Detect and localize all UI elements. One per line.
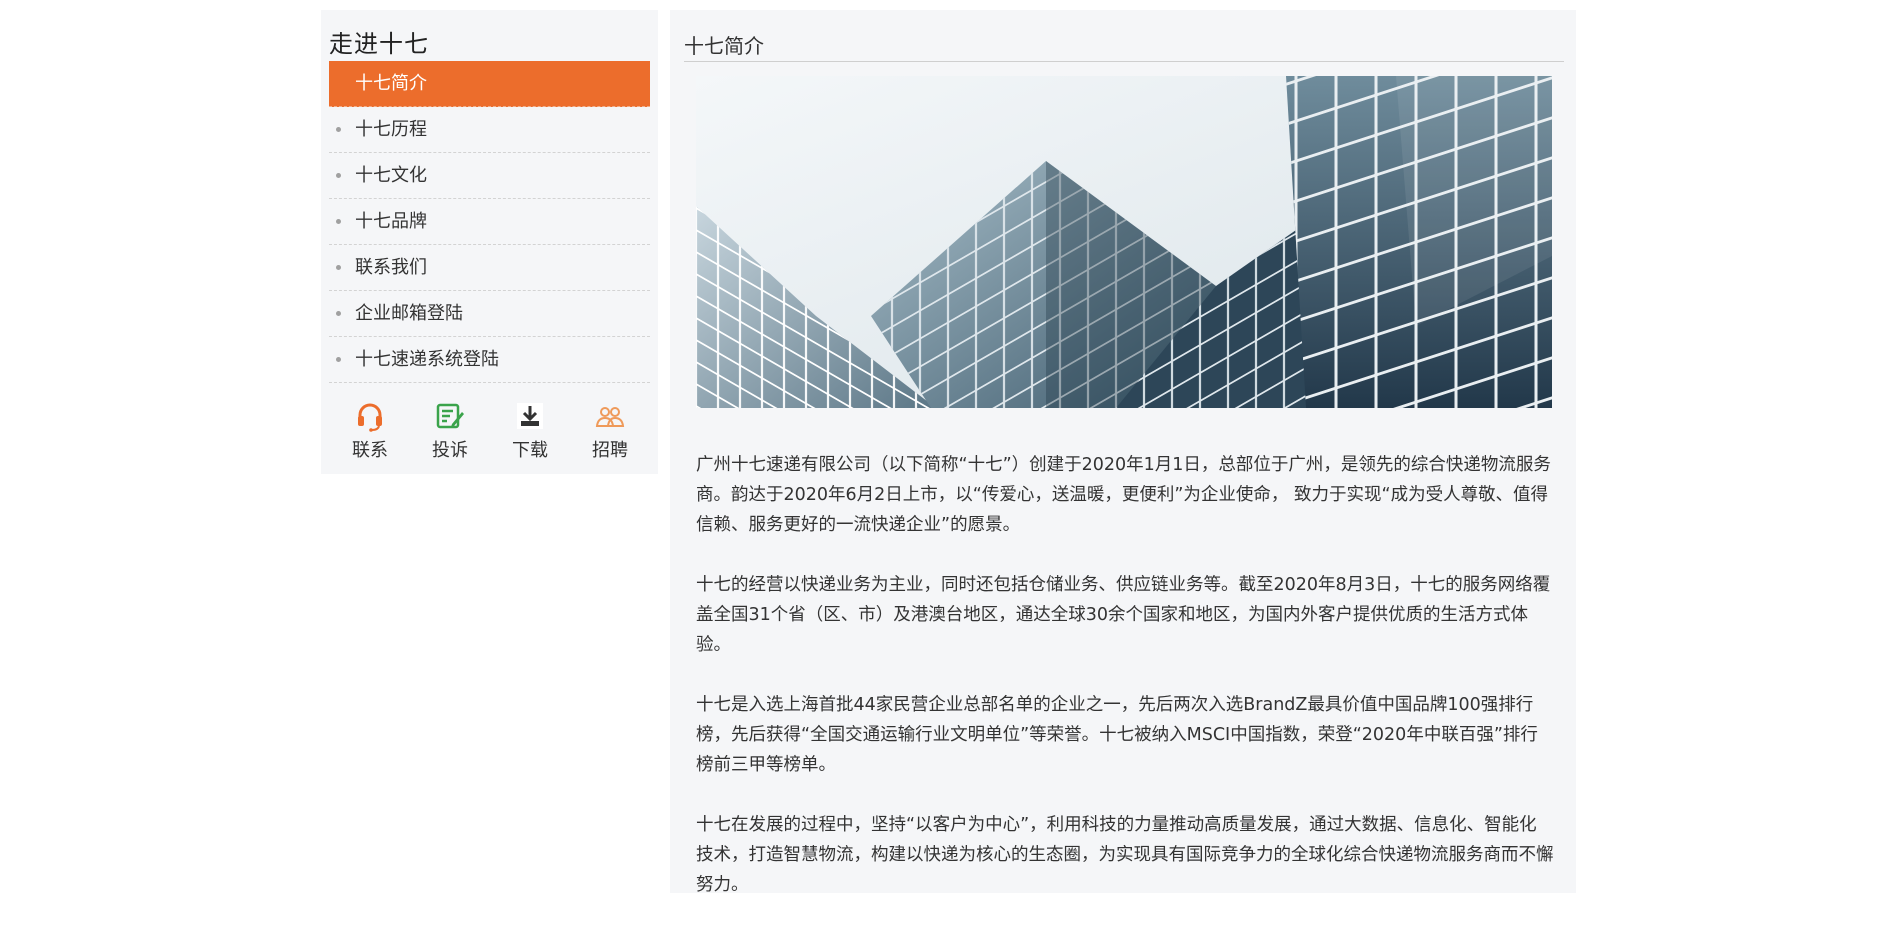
sidebar-item-history[interactable]: 十七历程 [329,107,650,153]
recruit-quick-link[interactable]: 招聘 [580,400,640,462]
sidebar-item-label: 十七历程 [355,119,427,140]
bullet-icon [336,219,341,224]
sidebar-item-label: 十七速递系统登陆 [355,349,499,370]
sidebar-item-email-login[interactable]: 企业邮箱登陆 [329,291,650,337]
article-paragraph: 广州十七速递有限公司（以下简称“十七”）创建于2020年1月1日，总部位于广州，… [696,455,1551,535]
bullet-icon [336,127,341,132]
sidebar-item-brand[interactable]: 十七品牌 [329,199,650,245]
download-icon [517,403,543,429]
quick-link-label: 招聘 [592,440,628,461]
building-banner-image [696,76,1552,408]
sidebar-item-contact[interactable]: 联系我们 [329,245,650,291]
sidebar-item-label: 十七文化 [355,165,427,186]
quick-link-label: 联系 [352,440,388,461]
sidebar: 走进十七 十七简介 十七历程 十七文化 十七品牌 联系我们 企业邮箱登陆 十七速… [321,10,658,474]
download-quick-link[interactable]: 下载 [500,400,560,462]
contact-quick-link[interactable]: 联系 [340,400,400,462]
sidebar-item-label: 十七品牌 [355,211,427,232]
sidebar-item-label: 企业邮箱登陆 [355,303,463,324]
sidebar-item-label: 联系我们 [355,257,427,278]
complaint-quick-link[interactable]: 投诉 [420,400,480,462]
headset-icon [358,403,382,432]
quick-link-label: 投诉 [432,440,468,461]
bullet-icon [336,311,341,316]
glass-building-illustration [696,76,1552,408]
title-divider [684,61,1564,62]
sidebar-item-culture[interactable]: 十七文化 [329,153,650,199]
article-paragraph: 十七是入选上海首批44家民营企业总部名单的企业之一，先后两次入选BrandZ最具… [696,695,1538,775]
page: 走进十七 十七简介 十七历程 十七文化 十七品牌 联系我们 企业邮箱登陆 十七速… [0,0,1895,895]
page-title: 十七简介 [684,34,764,58]
sidebar-item-system-login[interactable]: 十七速递系统登陆 [329,337,650,383]
quick-link-label: 下载 [512,440,548,461]
sidebar-menu: 十七简介 十七历程 十七文化 十七品牌 联系我们 企业邮箱登陆 十七速递系统登陆 [329,61,650,383]
people-icon [595,407,625,427]
complaint-icon [436,403,464,429]
sidebar-item-label: 十七简介 [355,73,427,94]
sidebar-item-intro[interactable]: 十七简介 [329,61,650,107]
intro-article: 广州十七速递有限公司（以下简称“十七”）创建于2020年1月1日，总部位于广州，… [696,450,1554,930]
article-paragraph: 十七的经营以快递业务为主业，同时还包括仓储业务、供应链业务等。截至2020年8月… [696,575,1551,655]
content-panel: 十七简介 广州十七速递有限公司（以下简称“十七”）创建于2020年1月1日，总部… [670,10,1576,895]
bullet-icon [336,357,341,362]
article-paragraph: 十七在发展的过程中，坚持“以客户为中心”，利用科技的力量推动高质量发展，通过大数… [696,815,1554,895]
quick-links: 联系 投诉 下载 招聘 [329,400,650,470]
bullet-icon [336,173,341,178]
sidebar-title: 走进十七 [329,30,429,58]
bullet-icon [336,265,341,270]
